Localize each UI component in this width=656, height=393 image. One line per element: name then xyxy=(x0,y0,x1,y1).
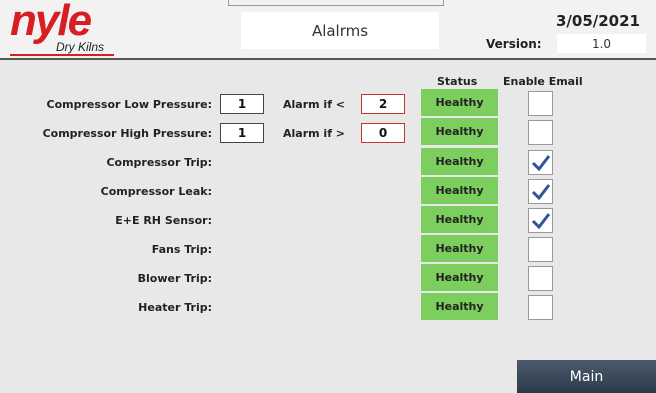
nyle-logo: nyle Dry Kilns xyxy=(8,0,114,56)
ee-rh-sensor-status: Healthy xyxy=(421,206,498,233)
version-value: 1.0 xyxy=(557,34,646,53)
compressor-leak-email-checkbox[interactable] xyxy=(528,179,553,204)
heater-trip-email-checkbox[interactable] xyxy=(528,295,553,320)
checkmark-icon xyxy=(531,154,550,171)
blower-trip-status: Healthy xyxy=(421,264,498,291)
high-pressure-threshold-input[interactable]: 0 xyxy=(361,123,405,143)
status-column-header: Status xyxy=(437,75,478,88)
fans-trip-email-checkbox[interactable] xyxy=(528,237,553,262)
checkmark-icon xyxy=(531,212,550,229)
heater-trip-label: Heater Trip: xyxy=(138,301,212,314)
compressor-low-pressure-label: Compressor Low Pressure: xyxy=(46,98,212,111)
ee-rh-sensor-label: E+E RH Sensor: xyxy=(115,214,212,227)
fans-trip-status: Healthy xyxy=(421,235,498,262)
compressor-low-pressure-value[interactable]: 1 xyxy=(220,94,264,114)
compressor-trip-label: Compressor Trip: xyxy=(106,156,212,169)
blower-trip-label: Blower Trip: xyxy=(137,272,212,285)
checkmark-icon xyxy=(531,183,550,200)
logo-underline xyxy=(10,54,114,56)
alarm-if-less-label: Alarm if < xyxy=(283,98,346,111)
compressor-high-pressure-status: Healthy xyxy=(421,118,498,145)
compressor-leak-label: Compressor Leak: xyxy=(100,185,212,198)
enable-email-column-header: Enable Email xyxy=(503,75,583,88)
fans-trip-label: Fans Trip: xyxy=(151,243,212,256)
compressor-low-pressure-email-checkbox[interactable] xyxy=(528,91,553,116)
page-title: Alalrms xyxy=(241,12,439,49)
date-display: 3/05/2021 xyxy=(555,12,640,30)
compressor-trip-status: Healthy xyxy=(421,148,498,175)
compressor-high-pressure-email-checkbox[interactable] xyxy=(528,120,553,145)
version-label: Version: xyxy=(486,37,542,51)
compressor-leak-status: Healthy xyxy=(421,177,498,204)
top-tab-outline xyxy=(228,0,444,6)
compressor-low-pressure-status: Healthy xyxy=(421,89,498,116)
compressor-trip-email-checkbox[interactable] xyxy=(528,150,553,175)
ee-rh-sensor-email-checkbox[interactable] xyxy=(528,208,553,233)
main-button[interactable]: Main xyxy=(517,360,656,393)
low-pressure-threshold-input[interactable]: 2 xyxy=(361,94,405,114)
blower-trip-email-checkbox[interactable] xyxy=(528,266,553,291)
logo-subtitle: Dry Kilns xyxy=(56,40,105,54)
header-bar: nyle Dry Kilns Alalrms 3/05/2021 Version… xyxy=(0,0,656,60)
compressor-high-pressure-value[interactable]: 1 xyxy=(220,123,264,143)
heater-trip-status: Healthy xyxy=(421,293,498,320)
alarm-if-greater-label: Alarm if > xyxy=(283,127,346,140)
compressor-high-pressure-label: Compressor High Pressure: xyxy=(42,127,212,140)
